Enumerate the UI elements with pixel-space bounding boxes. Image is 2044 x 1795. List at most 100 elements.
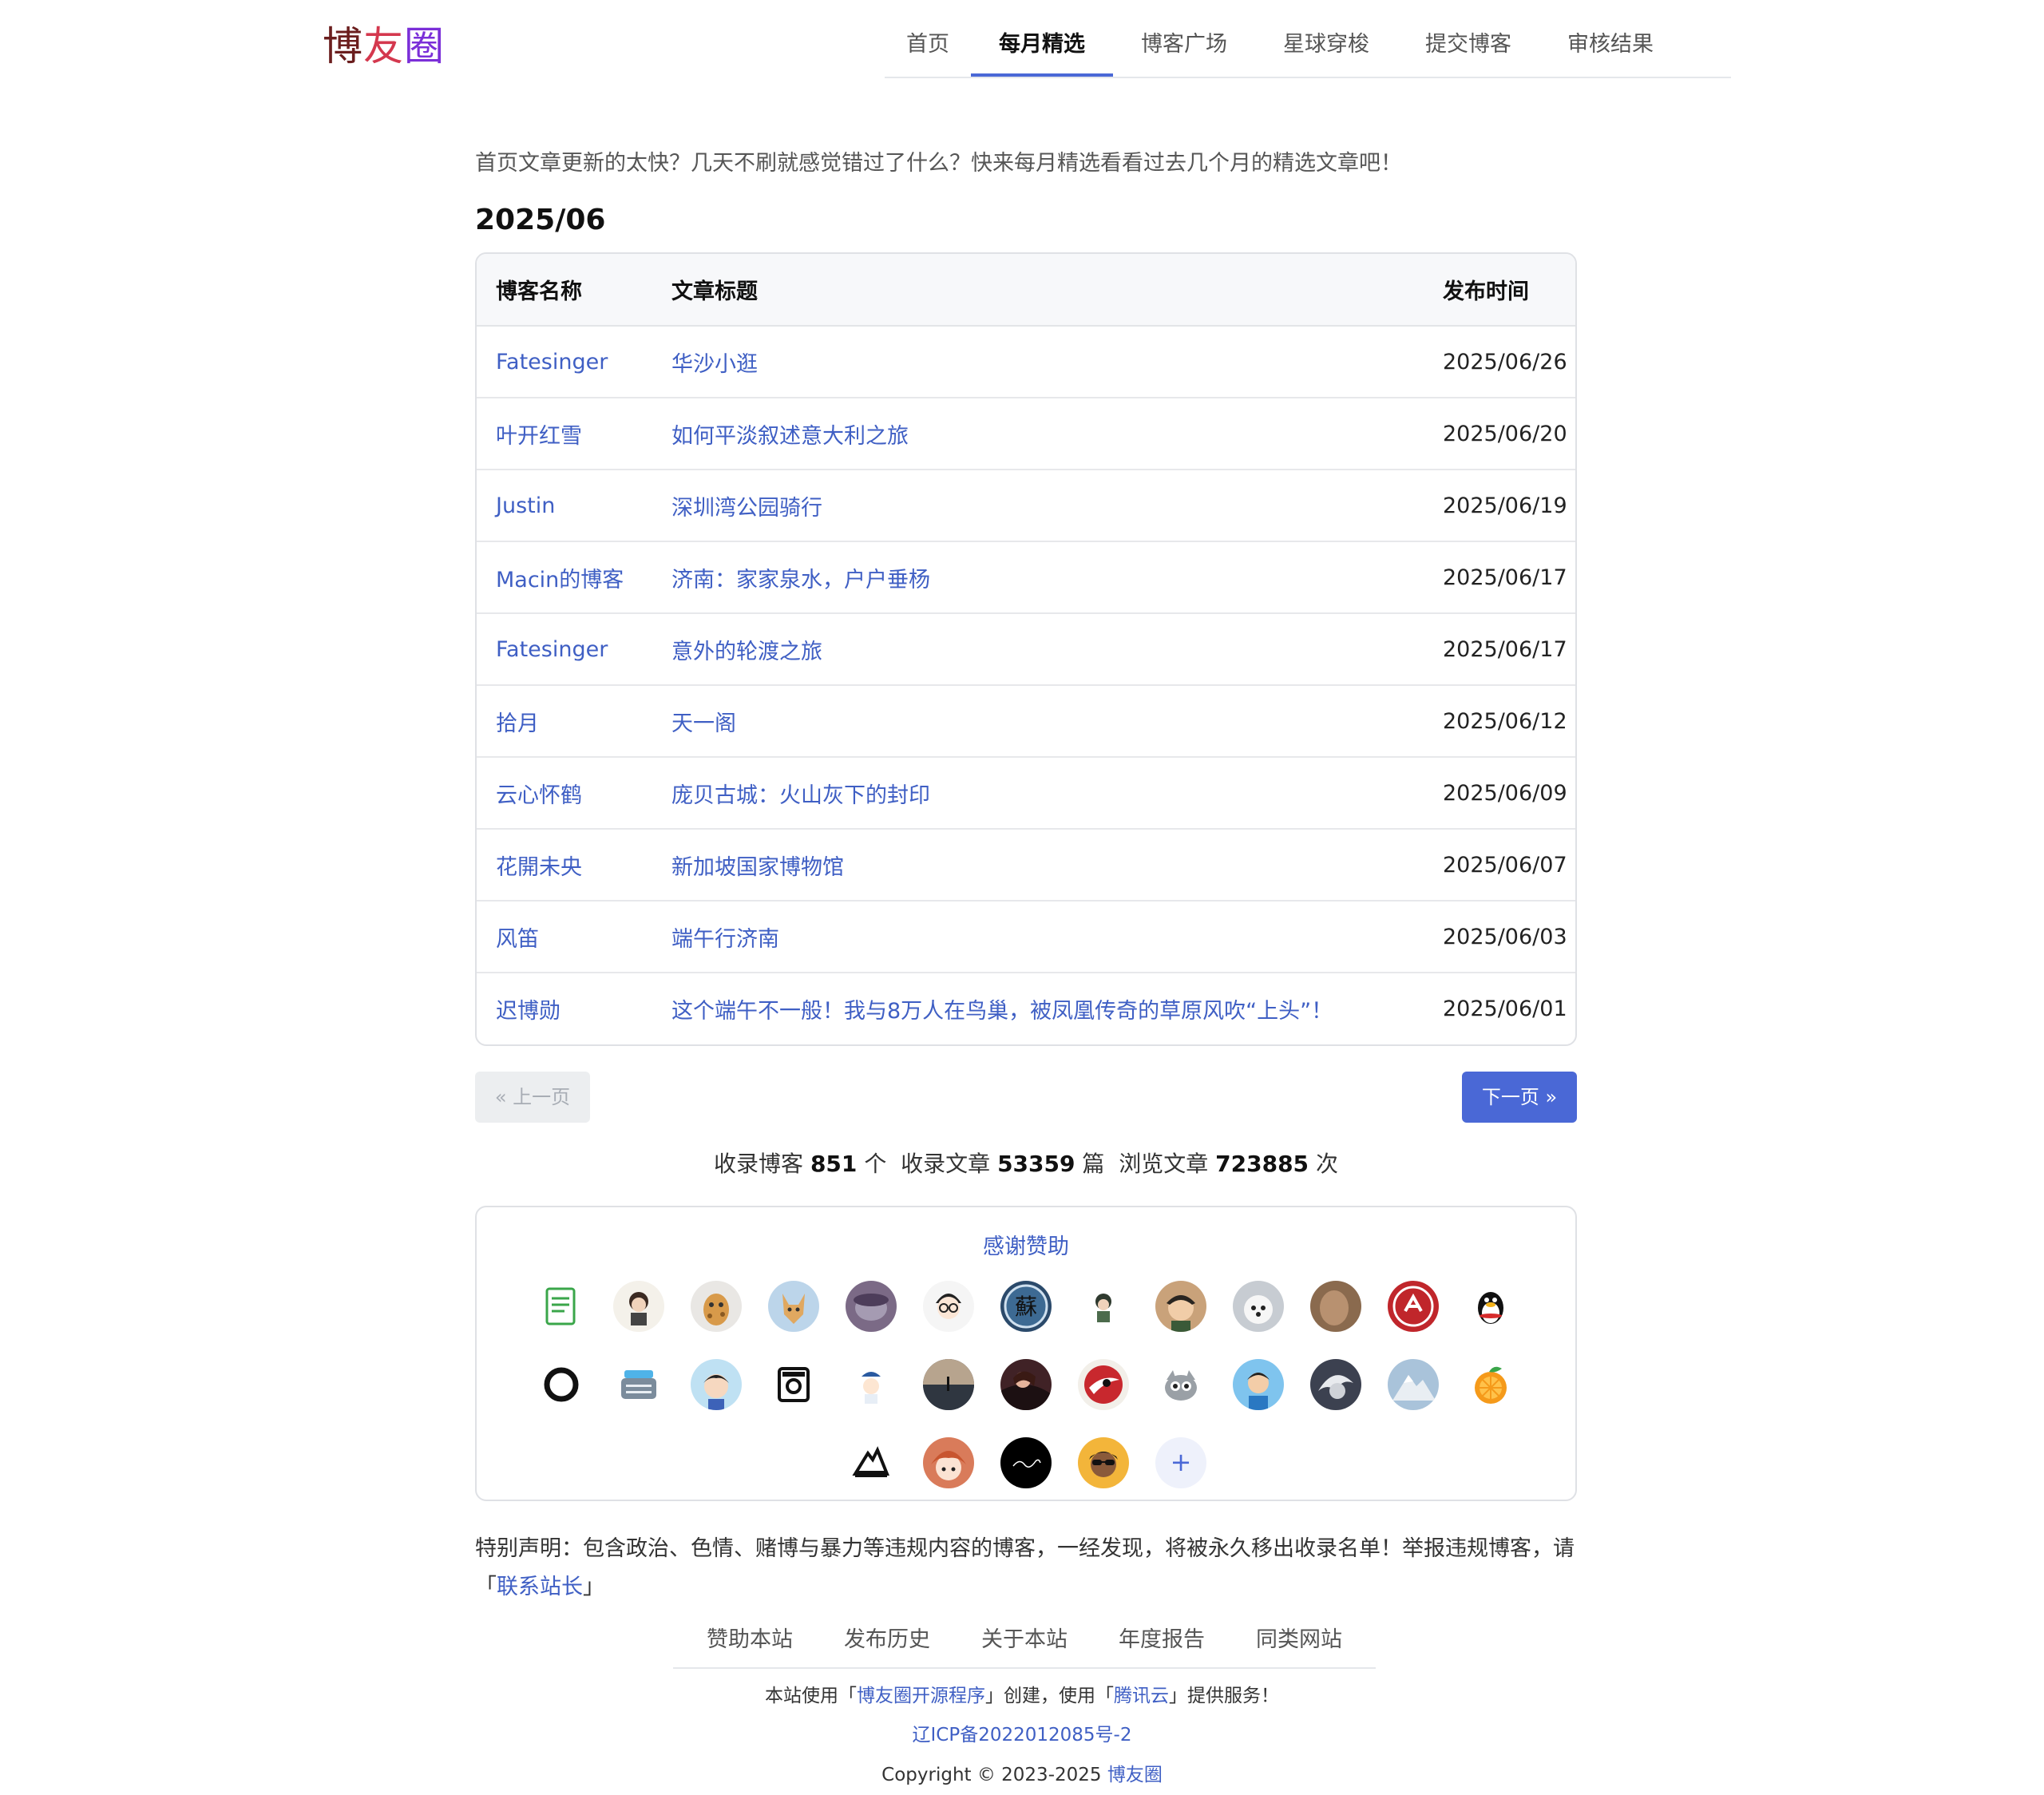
table-row: Justin 深圳湾公园骑行 2025/06/19 (477, 470, 1575, 542)
sponsor-avatar[interactable] (1078, 1437, 1129, 1488)
blog-link[interactable]: 迟博勋 (496, 999, 561, 1024)
sponsor-avatar[interactable] (536, 1359, 587, 1410)
header-article-title: 文章标题 (652, 254, 1424, 327)
blog-link[interactable]: 云心怀鹤 (496, 783, 582, 808)
header-publish-time: 发布时间 (1424, 254, 1575, 327)
table-row: Fatesinger 华沙小逛 2025/06/26 (477, 326, 1575, 398)
sponsor-avatar[interactable] (613, 1281, 664, 1332)
footer-icp: 辽ICP备2022012085号-2 (0, 1719, 2044, 1746)
sponsor-title[interactable]: 感谢赞助 (477, 1231, 1575, 1263)
sponsor-avatar[interactable] (768, 1281, 819, 1332)
nav-submit-blog[interactable]: 提交博客 (1397, 0, 1539, 77)
next-page-button[interactable]: 下一页 » (1462, 1072, 1577, 1123)
blog-link[interactable]: 花開未央 (496, 855, 582, 880)
articles-label: 收录文章 (901, 1151, 991, 1177)
sponsor-avatar[interactable] (1155, 1359, 1206, 1410)
footer-credit-text-b: 」创建，使用「 (985, 1686, 1114, 1706)
blog-link[interactable]: 叶开红雪 (496, 424, 582, 449)
article-link[interactable]: 这个端午不一般！我与8万人在鸟巢，被凤凰传奇的草原风吹“上头”！ (671, 999, 1333, 1024)
sponsor-avatar[interactable] (536, 1281, 587, 1332)
publish-date: 2025/06/17 (1424, 541, 1575, 614)
sponsor-avatar[interactable] (1233, 1359, 1284, 1410)
article-link[interactable]: 深圳湾公园骑行 (671, 496, 822, 521)
prev-page-button[interactable]: « 上一页 (475, 1072, 590, 1123)
svg-text:蘇: 蘇 (1015, 1294, 1037, 1320)
sponsor-avatar[interactable] (1078, 1281, 1129, 1332)
sponsor-avatar[interactable] (1310, 1359, 1361, 1410)
publish-date: 2025/06/07 (1424, 829, 1575, 901)
nav-blog-square[interactable]: 博客广场 (1113, 0, 1255, 77)
sponsor-avatars: 蘇 + (499, 1281, 1553, 1488)
nav-planet-shuttle[interactable]: 星球穿梭 (1255, 0, 1397, 77)
blog-link[interactable]: Macin的博客 (496, 568, 624, 592)
sponsor-avatar[interactable] (846, 1281, 897, 1332)
sponsor-avatar[interactable] (613, 1359, 664, 1410)
sponsor-avatar[interactable] (923, 1281, 974, 1332)
footer-link-release-history[interactable]: 发布历史 (844, 1616, 930, 1667)
sponsor-avatar[interactable] (1000, 1437, 1052, 1488)
notice-end: 」 (583, 1575, 604, 1599)
sponsor-avatar[interactable] (846, 1437, 897, 1488)
article-link[interactable]: 天一阁 (671, 711, 736, 736)
sponsor-avatar[interactable] (691, 1281, 742, 1332)
blog-link[interactable]: 拾月 (496, 711, 539, 736)
notice-text: 特别声明：包含政治、色情、赌博与暴力等违规内容的博客，一经发现，将被永久移出收录… (475, 1536, 1575, 1599)
open-source-link[interactable]: 博友圈开源程序 (857, 1686, 985, 1706)
icp-link[interactable]: 辽ICP备2022012085号-2 (913, 1725, 1132, 1745)
footer-link-sponsor[interactable]: 赞助本站 (707, 1616, 793, 1667)
nav-home[interactable]: 首页 (885, 0, 971, 77)
article-link[interactable]: 庞贝古城：火山灰下的封印 (671, 783, 930, 808)
tencent-cloud-link[interactable]: 腾讯云 (1114, 1686, 1169, 1706)
article-link[interactable]: 新加坡国家博物馆 (671, 855, 844, 880)
sponsor-avatar[interactable] (1000, 1359, 1052, 1410)
sponsor-box: 感谢赞助 蘇 + (475, 1206, 1577, 1501)
blogs-count: 851 (810, 1151, 858, 1177)
blog-link[interactable]: 风笛 (496, 927, 539, 952)
article-link[interactable]: 意外的轮渡之旅 (671, 640, 822, 664)
sponsor-avatar[interactable] (1155, 1281, 1206, 1332)
sponsor-avatar[interactable] (1388, 1359, 1439, 1410)
article-link[interactable]: 如何平淡叙述意大利之旅 (671, 424, 909, 449)
sponsor-avatar[interactable] (1233, 1281, 1284, 1332)
table-row: 风笛 端午行济南 2025/06/03 (477, 901, 1575, 973)
sponsor-avatar[interactable] (923, 1437, 974, 1488)
blog-link[interactable]: Fatesinger (496, 637, 608, 662)
publish-date: 2025/06/09 (1424, 757, 1575, 830)
intro-text: 首页文章更新的太快？几天不刷就感觉错过了什么？快来每月精选看看过去几个月的精选文… (475, 151, 1402, 176)
contact-admin-link[interactable]: 联系站长 (497, 1575, 583, 1599)
article-link[interactable]: 端午行济南 (671, 927, 779, 952)
sponsor-avatar[interactable] (1465, 1359, 1516, 1410)
add-sponsor-button[interactable]: + (1155, 1437, 1206, 1488)
blogs-label: 收录博客 (714, 1151, 804, 1177)
main-nav: 首页 每月精选 博客广场 星球穿梭 提交博客 审核结果 (885, 0, 1731, 78)
footer-link-about[interactable]: 关于本站 (981, 1616, 1068, 1667)
nav-review-results[interactable]: 审核结果 (1539, 0, 1682, 77)
sponsor-avatar[interactable] (691, 1359, 742, 1410)
sponsor-avatar[interactable] (923, 1359, 974, 1410)
sponsor-avatar[interactable] (1310, 1281, 1361, 1332)
sponsor-avatar[interactable]: 蘇 (1000, 1281, 1052, 1332)
nav-monthly-picks[interactable]: 每月精选 (971, 0, 1113, 77)
publish-date: 2025/06/01 (1443, 997, 1567, 1021)
main-content: 首页文章更新的太快？几天不刷就感觉错过了什么？快来每月精选看看过去几个月的精选文… (475, 136, 1577, 1607)
sponsor-avatar[interactable] (846, 1359, 897, 1410)
article-link[interactable]: 济南：家家泉水，户户垂杨 (671, 568, 930, 592)
sponsor-avatar[interactable] (1078, 1359, 1129, 1410)
table-row: 花開未央 新加坡国家博物馆 2025/06/07 (477, 829, 1575, 901)
pagination: « 上一页 下一页 » (475, 1072, 1577, 1123)
publish-date: 2025/06/26 (1424, 326, 1575, 398)
footer-link-similar-sites[interactable]: 同类网站 (1256, 1616, 1342, 1667)
article-link[interactable]: 华沙小逛 (671, 352, 758, 377)
sponsor-avatar[interactable] (1465, 1281, 1516, 1332)
footer-link-annual-report[interactable]: 年度报告 (1119, 1616, 1205, 1667)
table-row: Macin的博客 济南：家家泉水，户户垂杨 2025/06/17 (477, 541, 1575, 614)
blog-link[interactable]: Justin (496, 493, 555, 518)
sponsor-avatar[interactable] (1388, 1281, 1439, 1332)
blog-link[interactable]: Fatesinger (496, 350, 608, 374)
sponsor-avatar[interactable] (768, 1359, 819, 1410)
articles-count: 53359 (997, 1151, 1075, 1177)
copyright-site-link[interactable]: 博友圈 (1107, 1765, 1163, 1785)
publish-date: 2025/06/17 (1424, 613, 1575, 686)
site-logo[interactable]: 博友圈 (323, 22, 445, 70)
articles-unit: 篇 (1082, 1151, 1105, 1177)
